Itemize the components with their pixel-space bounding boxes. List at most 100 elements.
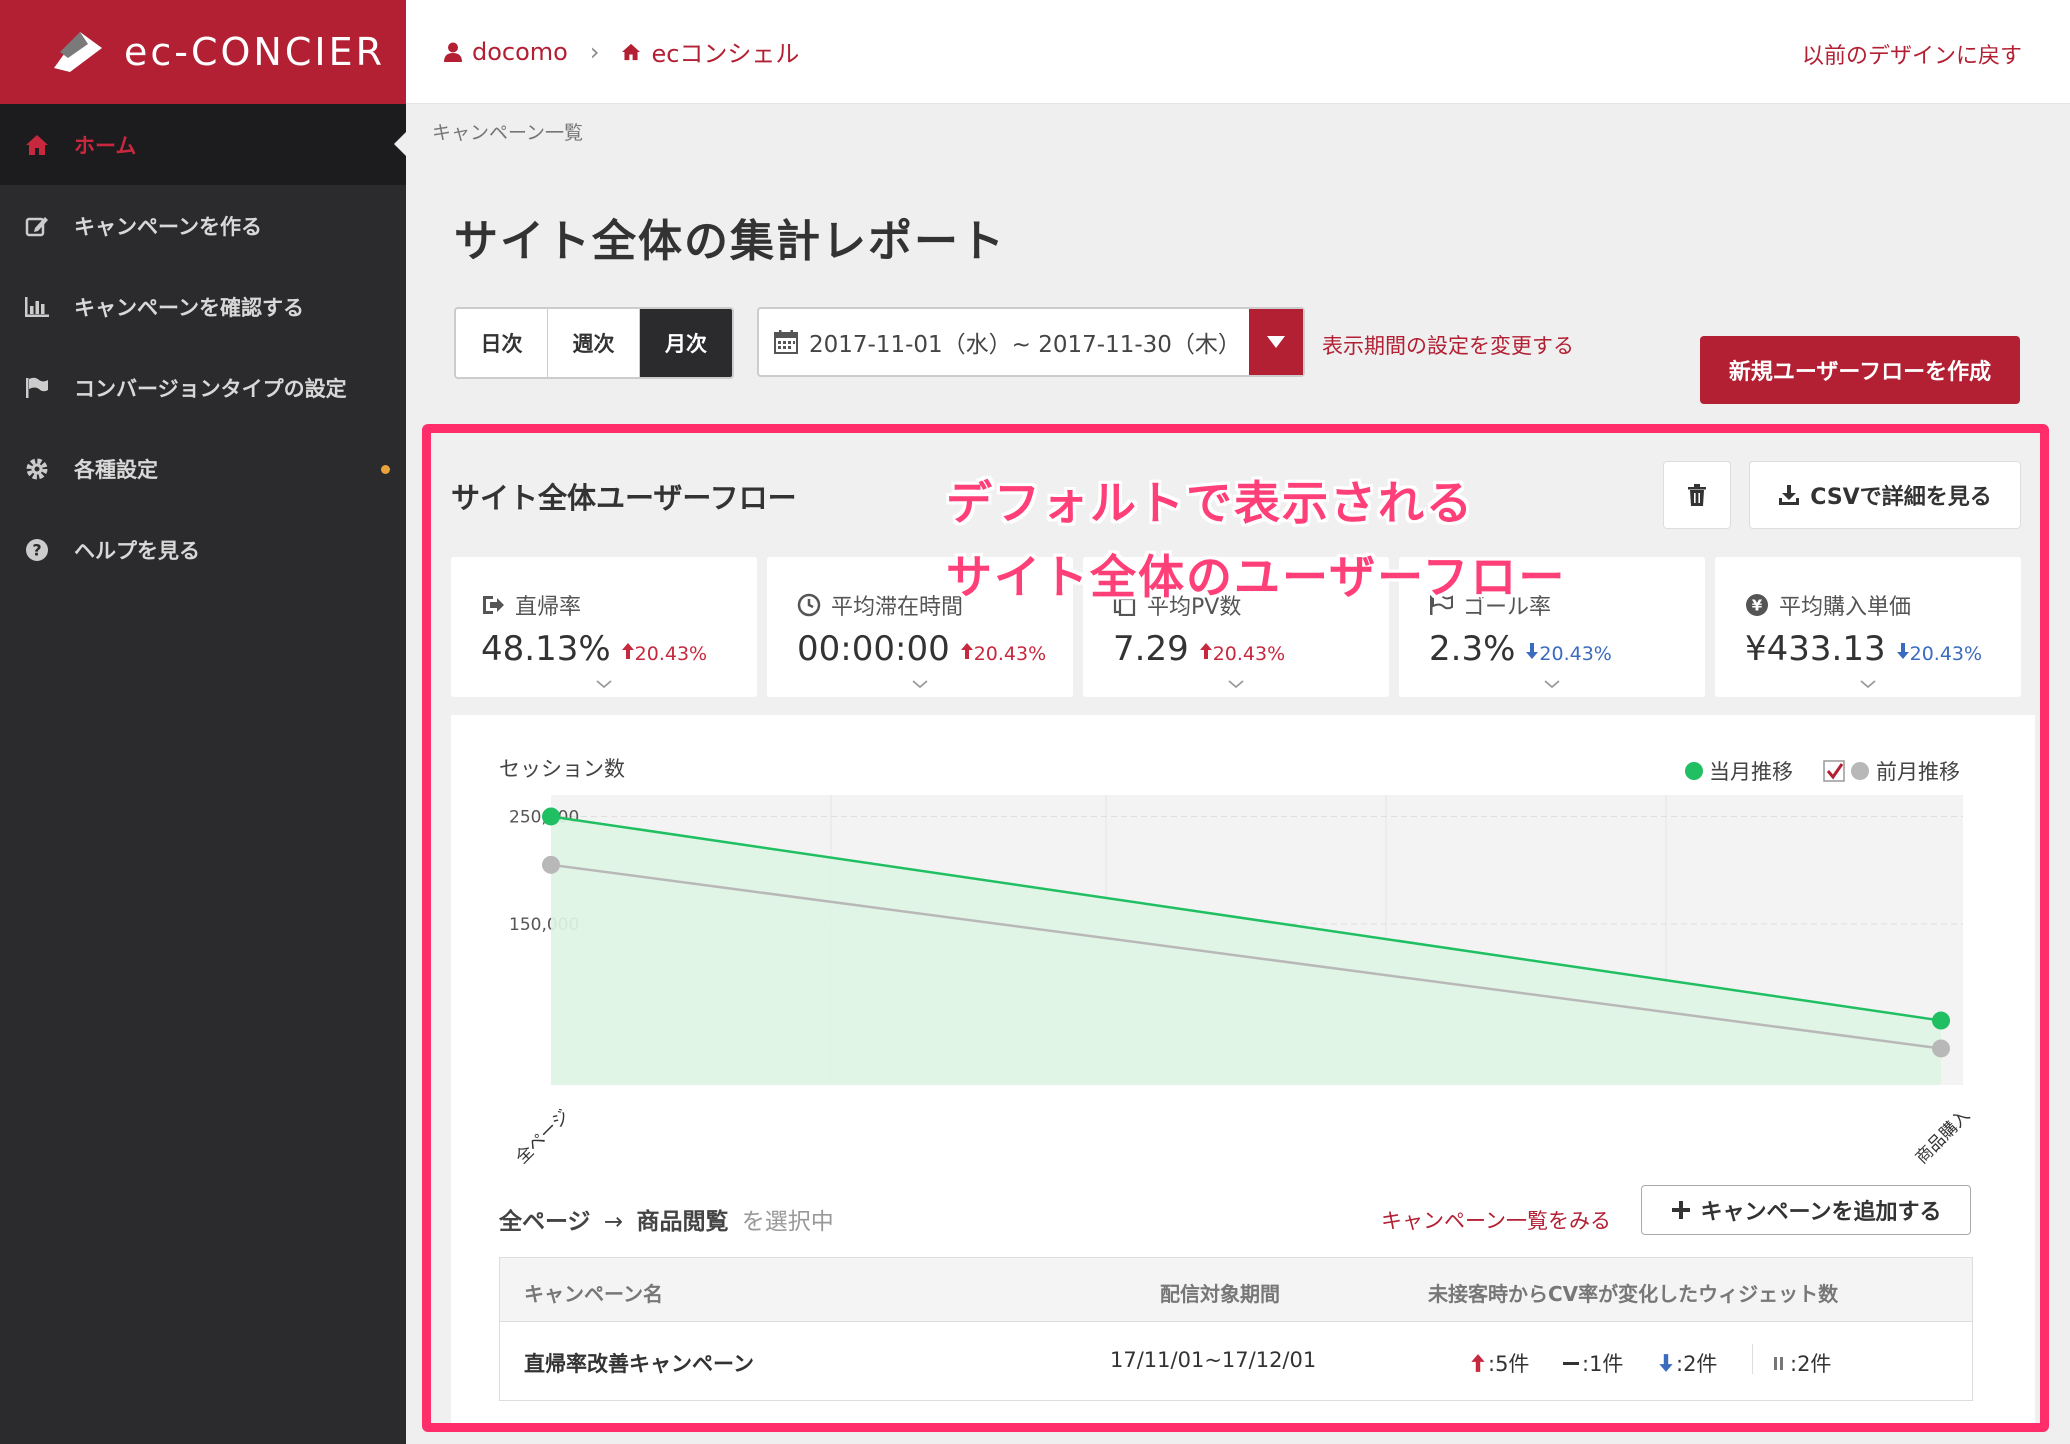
logo-mark-icon bbox=[54, 32, 102, 72]
clock-icon bbox=[797, 593, 821, 617]
arrow-down-icon bbox=[1526, 643, 1539, 659]
cell-campaign-name[interactable]: 直帰率改善キャンペーン bbox=[524, 1348, 754, 1378]
selection-summary: 全ページ → 商品閲覧 を選択中 bbox=[499, 1202, 834, 1236]
arrow-up-icon bbox=[621, 643, 634, 659]
arrow-up-icon bbox=[1199, 643, 1212, 659]
header-widget-count: 未接客時からCV率が変化したウィジェット数 bbox=[1428, 1282, 1839, 1306]
date-range-picker[interactable]: 2017-11-01（水）~ 2017-11-30（木） bbox=[757, 307, 1305, 377]
cell-down-count: :2件 bbox=[1658, 1348, 1717, 1378]
metric-value: 2.3% bbox=[1429, 629, 1516, 669]
legend-dot-previous bbox=[1851, 762, 1869, 780]
legend-label-current: 当月推移 bbox=[1709, 760, 1793, 784]
metric-value: 48.13% bbox=[481, 629, 611, 669]
prev-month-checkbox[interactable] bbox=[1823, 760, 1845, 782]
sidebar-item-label: ホーム bbox=[74, 133, 137, 158]
cell-period: 17/11/01~17/12/01 bbox=[1110, 1348, 1317, 1372]
x-tick-label[interactable]: 全ページ bbox=[512, 1106, 574, 1168]
arrow-up-icon bbox=[960, 643, 973, 659]
annotation-line-2: サイト全体のユーザーフロー bbox=[946, 550, 1567, 604]
date-dropdown-button[interactable] bbox=[1249, 309, 1303, 375]
logo-text: ec-CONCIER bbox=[124, 30, 386, 74]
tab-monthly[interactable]: 月次 bbox=[640, 309, 732, 377]
sidebar-item-help[interactable]: ? ヘルプを見る bbox=[0, 509, 406, 590]
tab-daily[interactable]: 日次 bbox=[456, 309, 548, 377]
notification-dot bbox=[381, 465, 390, 474]
chevron-down-icon bbox=[596, 680, 612, 689]
metric-value: ¥433.13 bbox=[1745, 629, 1886, 669]
sidebar-item-home[interactable]: ホーム bbox=[0, 104, 406, 185]
top-bar: docomo › ecコンシェル 以前のデザインに戻す bbox=[406, 0, 2070, 104]
sidebar-item-label: キャンペーンを作る bbox=[74, 214, 262, 239]
minus-icon bbox=[1563, 1362, 1579, 1365]
chevron-down-icon bbox=[1544, 680, 1560, 689]
pause-icon bbox=[1774, 1357, 1783, 1370]
header-period: 配信対象期間 bbox=[1160, 1282, 1280, 1306]
sidebar-item-conversion-type[interactable]: コンバージョンタイプの設定 bbox=[0, 347, 406, 428]
annotation-line-1: デフォルトで表示される bbox=[946, 476, 1474, 530]
delete-button[interactable] bbox=[1663, 461, 1731, 529]
table-header: キャンペーン名 配信対象期間 未接客時からCV率が変化したウィジェット数 bbox=[500, 1258, 1972, 1322]
app-logo[interactable]: ec-CONCIER bbox=[0, 0, 406, 104]
cell-pause-count: :2件 bbox=[1772, 1348, 1831, 1378]
chevron-down-icon bbox=[912, 680, 928, 689]
selection-suffix: を選択中 bbox=[741, 1209, 834, 1235]
sidebar-item-check-campaign[interactable]: キャンペーンを確認する bbox=[0, 266, 406, 347]
cell-up-count: :5件 bbox=[1470, 1348, 1529, 1378]
campaign-table: キャンペーン名 配信対象期間 未接客時からCV率が変化したウィジェット数 直帰率… bbox=[499, 1257, 1973, 1401]
metric-change-down: 20.43% bbox=[1525, 643, 1612, 665]
arrow-down-icon bbox=[1659, 1354, 1673, 1372]
data-point-current[interactable] bbox=[1932, 1011, 1950, 1030]
metric-value: 00:00:00 bbox=[797, 629, 950, 669]
selection-from[interactable]: 全ページ bbox=[499, 1209, 591, 1235]
metric-change-down: 20.43% bbox=[1896, 643, 1982, 665]
metric-card-bounce-rate[interactable]: 直帰率 48.13% 20.43% bbox=[451, 557, 757, 697]
chart-legend: 当月推移 前月推移 bbox=[1685, 760, 1960, 784]
chart-container: セッション数 250,000150,000 全ページ商品購入 当月推移 前月推移 bbox=[451, 715, 2035, 1423]
crumb-site[interactable]: ecコンシェル bbox=[621, 34, 799, 69]
campaign-list-link[interactable]: キャンペーン一覧をみる bbox=[1381, 1205, 1611, 1235]
tab-weekly[interactable]: 週次 bbox=[548, 309, 640, 377]
x-tick-label[interactable]: 商品購入 bbox=[1912, 1106, 1974, 1168]
sidebar-item-label: キャンペーンを確認する bbox=[74, 295, 304, 320]
selection-arrow: → bbox=[603, 1209, 624, 1235]
yen-icon: ¥ bbox=[1746, 594, 1768, 616]
data-point-previous[interactable] bbox=[542, 855, 560, 874]
sidebar-item-create-campaign[interactable]: キャンペーンを作る bbox=[0, 185, 406, 266]
exit-icon bbox=[483, 596, 504, 614]
legend-label-previous: 前月推移 bbox=[1876, 760, 1960, 784]
bar-chart-icon bbox=[24, 294, 50, 320]
calendar-icon bbox=[774, 330, 798, 354]
change-period-link[interactable]: 表示期間の設定を変更する bbox=[1322, 330, 1574, 360]
csv-detail-button[interactable]: CSVで詳細を見る bbox=[1749, 461, 2021, 529]
caret-down-icon bbox=[1267, 336, 1285, 348]
metric-change-up: 20.43% bbox=[1199, 643, 1285, 665]
new-user-flow-button[interactable]: 新規ユーザーフローを作成 bbox=[1700, 336, 2020, 404]
table-row[interactable]: 直帰率改善キャンペーン 17/11/01~17/12/01 :5件 :1件 :2… bbox=[500, 1322, 1972, 1400]
metric-card-avg-purchase[interactable]: ¥ 平均購入単価 ¥433.13 20.43% bbox=[1715, 557, 2021, 697]
header-campaign-name: キャンペーン名 bbox=[524, 1282, 663, 1306]
data-point-current[interactable] bbox=[542, 807, 560, 826]
data-point-previous[interactable] bbox=[1932, 1039, 1950, 1058]
revert-design-link[interactable]: 以前のデザインに戻す bbox=[1802, 38, 2022, 70]
home-icon bbox=[622, 43, 641, 60]
metric-value: 7.29 bbox=[1113, 629, 1189, 669]
chart-ylabel: セッション数 bbox=[499, 757, 625, 781]
add-campaign-button[interactable]: キャンペーンを追加する bbox=[1641, 1185, 1971, 1235]
flag-icon bbox=[24, 375, 50, 401]
crumb-account[interactable]: docomo bbox=[444, 38, 568, 66]
user-icon bbox=[444, 42, 462, 62]
sidebar-item-settings[interactable]: 各種設定 bbox=[0, 428, 406, 509]
cell-flat-count: :1件 bbox=[1562, 1348, 1623, 1378]
sidebar-item-label: コンバージョンタイプの設定 bbox=[74, 376, 347, 401]
date-range-text: 2017-11-01（水）~ 2017-11-30（木） bbox=[809, 332, 1241, 358]
question-icon: ? bbox=[24, 537, 50, 563]
breadcrumb[interactable]: キャンペーン一覧 bbox=[432, 118, 583, 145]
arrow-up-icon bbox=[1471, 1354, 1485, 1372]
chevron-down-icon bbox=[1860, 680, 1876, 689]
arrow-down-icon bbox=[1896, 643, 1909, 659]
chart-xlabels: 全ページ 商品購入 bbox=[512, 1106, 1974, 1168]
plus-icon bbox=[1671, 1201, 1690, 1219]
cell-divider bbox=[1752, 1344, 1753, 1374]
selection-to[interactable]: 商品閲覧 bbox=[636, 1209, 728, 1235]
metric-change-up: 20.43% bbox=[960, 643, 1046, 665]
